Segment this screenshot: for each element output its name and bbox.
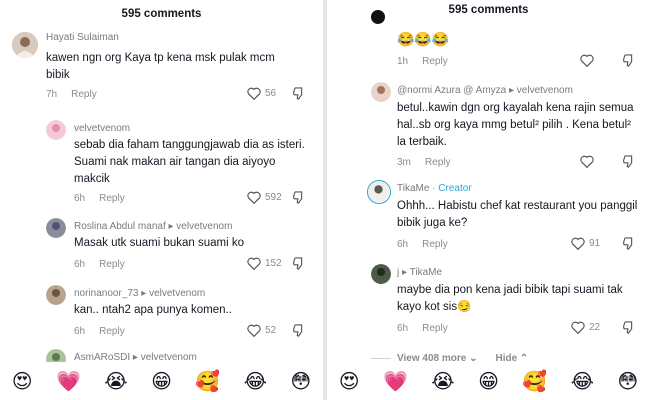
comment-text: maybe dia pon kena jadi bibik tapi suami… [397,284,623,313]
comment-text: betul..kawin dgn org kayalah kena rajin … [397,102,634,148]
comment-username[interactable]: Roslina Abdul manaf ▸ velvetvenom [74,221,232,232]
comment-time: 3m [397,157,411,168]
right-comments-panel: 595 comments 😂😂😂 1h Reply @normi Azura @ … [327,0,650,400]
heart-icon[interactable] [580,54,594,67]
avatar[interactable] [46,285,66,305]
like-button[interactable]: 152 [247,257,282,270]
heart-icon [571,237,585,250]
dislike-icon[interactable] [291,190,306,205]
avatar[interactable] [46,120,66,140]
heart-icon [247,191,261,204]
reply-button[interactable]: Reply [99,193,125,204]
dislike-icon[interactable] [621,320,636,335]
emoji-button[interactable]: 😂 [571,371,594,391]
comment-time: 7h [46,89,58,100]
dislike-icon[interactable] [621,53,636,68]
emoji-button[interactable]: 😭 [431,371,454,391]
reply-button[interactable]: Reply [71,89,97,100]
emoji-button[interactable]: 😳 [617,371,638,391]
dislike-icon[interactable] [291,256,306,271]
emoji-button[interactable]: 💗 [383,371,408,391]
comment-text: kan.. ntah2 apa punya komen.. [74,304,232,316]
comment-text: sebab dia faham tanggungjawab dia as ist… [74,139,305,185]
emoji-button[interactable]: 😁 [478,371,499,391]
dislike-icon[interactable] [621,236,636,251]
comments-count-header: 595 comments [121,8,202,20]
like-button[interactable]: 22 [571,321,600,334]
reply-button[interactable]: Reply [99,259,125,270]
reply-button[interactable]: Reply [422,239,448,250]
emoji-button[interactable]: 😳 [290,371,311,391]
comment-meta: 6h Reply [74,259,125,270]
avatar[interactable] [12,32,38,58]
like-count: 91 [589,238,601,249]
like-count: 56 [265,88,277,99]
comment-meta: 3m Reply [397,157,450,168]
emoji-button[interactable]: 🥰 [195,371,220,391]
avatar[interactable] [367,180,391,204]
dislike-icon[interactable] [291,86,306,101]
like-count: 152 [265,258,282,269]
like-count: 52 [265,325,277,336]
creator-badge: · Creator [432,183,472,194]
comment-time: 6h [74,326,86,337]
comment-username[interactable]: velvetvenom [74,123,130,134]
comment-time: 6h [74,259,86,270]
creator-name[interactable]: TikaMe [397,183,429,194]
avatar[interactable] [46,218,66,238]
avatar[interactable] [371,264,391,284]
comment-username[interactable]: Hayati Sulaiman [46,32,119,43]
emoji-button[interactable]: 😍 [339,371,360,391]
heart-icon [571,321,585,334]
emoji-button[interactable]: 😂 [244,371,267,391]
heart-icon [247,257,261,270]
dislike-icon[interactable] [621,154,636,169]
comment-time: 6h [74,193,86,204]
comment-meta: 7h Reply [46,89,97,100]
like-button[interactable]: 56 [247,87,276,100]
left-comments-panel: 595 comments Hayati Sulaiman kawen ngn o… [0,0,323,400]
reply-button[interactable]: Reply [422,323,448,334]
emoji-quick-bar: 😍 💗 😭 😁 🥰 😂 😳 [327,362,650,400]
comment-meta: 1h Reply [397,56,448,67]
comment-time: 6h [397,323,409,334]
comment-username[interactable]: j ▸ TikaMe [397,267,442,278]
comment-username[interactable]: norinanoor_73 ▸ velvetvenom [74,288,205,299]
emoji-button[interactable]: 😭 [104,371,127,391]
reply-button[interactable]: Reply [422,56,448,67]
like-button[interactable]: 592 [247,191,282,204]
comment-meta: 6h Reply [397,323,448,334]
like-count: 592 [265,192,282,203]
heart-icon[interactable] [580,155,594,168]
emoji-button[interactable]: 💗 [56,371,81,391]
heart-icon [247,324,261,337]
avatar[interactable] [371,10,385,24]
reply-button[interactable]: Reply [99,326,125,337]
divider-line [371,357,391,359]
comment-username[interactable]: TikaMe · Creator [397,183,472,194]
like-button[interactable]: 91 [571,237,600,250]
reply-button[interactable]: Reply [425,157,451,168]
avatar[interactable] [371,82,391,102]
comment-meta: 6h Reply [74,326,125,337]
like-count: 22 [589,322,601,333]
emoji-button[interactable]: 😁 [151,371,172,391]
comment-meta: 6h Reply [74,193,125,204]
heart-icon [247,87,261,100]
comment-time: 6h [397,239,409,250]
comment-text: Masak utk suami bukan suami ko [74,237,245,249]
comment-time: 1h [397,56,409,67]
emoji-quick-bar: 😍 💗 😭 😁 🥰 😂 😳 [0,362,323,400]
comment-text: Ohhh... Habistu chef kat restaurant you … [397,200,638,229]
emoji-button[interactable]: 🥰 [522,371,547,391]
comment-text: 😂😂😂 [397,31,450,47]
emoji-button[interactable]: 😍 [12,371,33,391]
comment-text: kawen ngn org Kaya tp kena msk pulak mcm… [46,52,275,81]
dislike-icon[interactable] [291,323,306,338]
like-button[interactable]: 52 [247,324,276,337]
comment-meta: 6h Reply [397,239,448,250]
comment-username[interactable]: @normi Azura @ Amyza ▸ velvetvenom [397,85,573,96]
